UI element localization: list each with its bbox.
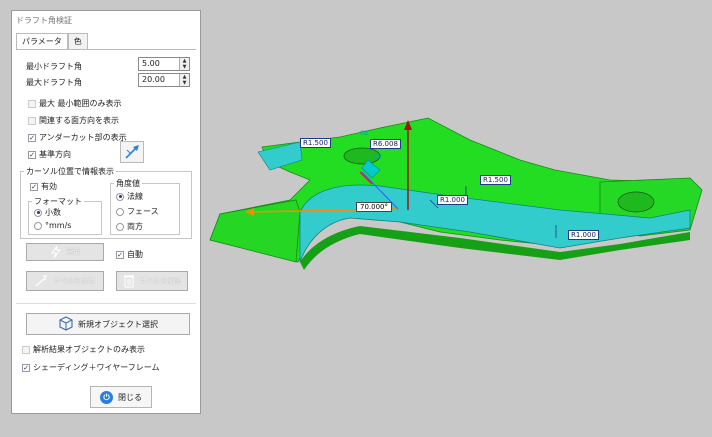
close-label: 閉じる [118,392,142,402]
cursor-enabled-option[interactable]: ✓ 有効 [30,181,57,192]
undercut-option[interactable]: ✓ アンダーカット部の表示 [28,132,127,143]
apply-button[interactable]: 適用 [26,243,104,261]
spinner-arrows-icon[interactable]: ▲ ▼ [179,74,189,86]
tab-color[interactable]: 色 [67,33,88,49]
min-draft-label: 最小ドラフト角 [26,62,82,71]
related-faces-option[interactable]: 関連する面方向を表示 [28,115,119,126]
axis-z-label: OZ [360,130,369,137]
checkbox-checked-icon[interactable]: ✓ [28,150,36,159]
undercut-label: アンダーカット部の表示 [39,133,127,142]
min-draft-value: 5.00 [142,59,160,68]
trash-icon [124,275,134,288]
radio-icon[interactable] [34,221,42,230]
auto-label: 自動 [127,250,143,259]
angle-normal-label: 法線 [127,192,143,201]
radius-label-3: R1.500 [480,175,511,185]
radio-icon[interactable] [116,222,124,231]
checkbox-checked-icon[interactable]: ✓ [30,182,38,191]
spinner-arrows-icon[interactable]: ▲ ▼ [179,58,189,70]
apply-label: 適用 [66,248,80,256]
power-icon: ⏻ [100,390,113,404]
checkbox-icon[interactable] [22,345,30,354]
radio-selected-icon[interactable] [116,192,124,201]
axis-y-label: OY [374,154,383,161]
radius-label-2: R6.008 [370,139,401,149]
close-button[interactable]: ⏻ 閉じる [90,386,152,408]
shading-wire-label: シェーディング＋ワイヤーフレーム [33,363,160,372]
format-decimal-label: 小数 [45,208,61,217]
lightning-icon [51,246,61,258]
checkbox-icon[interactable] [28,99,36,108]
label-pin-icon [35,275,47,287]
radius-label-4: R1.000 [437,195,468,205]
base-direction-label: 基準方向 [39,150,71,159]
tab-divider [16,49,196,50]
angle-value-title: 角度値 [114,178,142,189]
angle-both-label: 両方 [127,222,143,231]
angle-face-option[interactable]: フェース [116,206,159,217]
save-label-text: ラベルを保存 [53,277,95,285]
analysis-only-option[interactable]: 解析結果オブジェクトのみ表示 [22,344,145,355]
delete-label-text: ラベルを削除 [139,277,181,285]
format-decimal-option[interactable]: 小数 [34,207,61,218]
new-object-select-label: 新規オブジェクト選択 [78,319,158,329]
draft-angle-dialog: ドラフト角検証 パラメータ 色 最小ドラフト角 5.00 ▲ ▼ 最大ドラフト角 … [11,10,201,414]
tab-bar: パラメータ 色 [16,33,88,49]
analysis-only-label: 解析結果オブジェクトのみ表示 [33,345,145,354]
radius-label-1: R1.500 [300,138,331,148]
radio-icon[interactable] [116,207,124,216]
save-label-button[interactable]: ラベルを保存 [26,271,104,291]
auto-option[interactable]: ✓ 自動 [116,249,143,260]
checkbox-checked-icon[interactable]: ✓ [28,133,36,142]
angle-normal-option[interactable]: 法線 [116,191,143,202]
shading-wire-option[interactable]: ✓ シェーディング＋ワイヤーフレーム [22,362,159,373]
format-dms-option[interactable]: °mm/s [34,221,71,230]
min-draft-input[interactable]: 5.00 ▲ ▼ [138,57,190,71]
radio-selected-icon[interactable] [34,208,42,217]
format-dms-label: °mm/s [45,221,72,230]
cursor-enabled-label: 有効 [41,182,57,191]
checkbox-checked-icon[interactable]: ✓ [22,363,30,372]
cube-select-icon [59,316,73,331]
angle-face-label: フェース [127,207,159,216]
max-draft-value: 20.00 [142,75,165,84]
draft-angle-label: 70.000° [356,202,392,212]
minmax-only-label: 最大 最小範囲のみ表示 [39,99,122,108]
part-left-arm [209,199,301,263]
related-faces-label: 関連する面方向を表示 [39,116,119,125]
checkbox-checked-icon[interactable]: ✓ [116,250,124,259]
tab-parameters[interactable]: パラメータ [16,33,68,49]
max-draft-input[interactable]: 20.00 ▲ ▼ [138,73,190,87]
checkbox-icon[interactable] [28,116,36,125]
base-direction-option[interactable]: ✓ 基準方向 [28,149,71,160]
hole-right [617,191,655,213]
format-title: フォーマット [32,196,84,207]
section-divider [16,303,196,304]
dialog-title: ドラフト角検証 [16,16,72,25]
minmax-only-option[interactable]: 最大 最小範囲のみ表示 [28,98,122,109]
angle-both-option[interactable]: 両方 [116,221,143,232]
direction-arrow-icon [125,145,139,159]
new-object-select-button[interactable]: 新規オブジェクト選択 [26,313,190,335]
radius-label-5: R1.000 [568,230,599,240]
max-draft-label: 最大ドラフト角 [26,78,82,87]
direction-picker-button[interactable] [120,141,144,163]
cursor-info-title: カーソル位置で情報表示 [24,166,116,177]
delete-label-button[interactable]: ラベルを削除 [116,271,188,291]
